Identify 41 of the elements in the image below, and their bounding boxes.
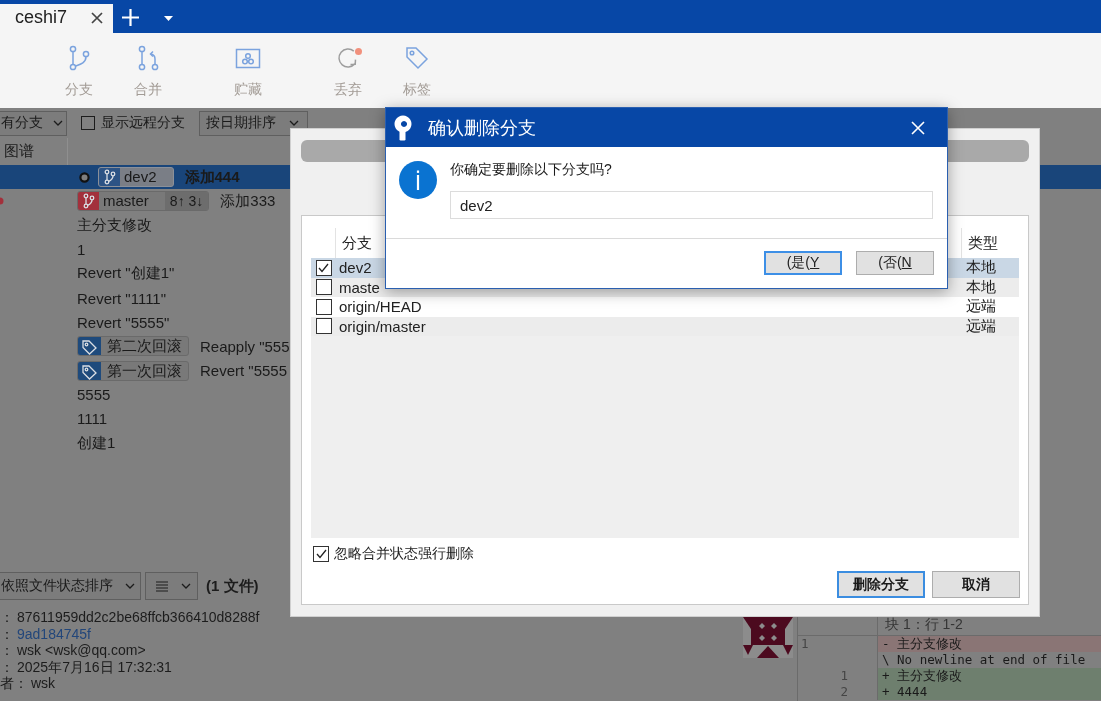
column-header: 分支: [342, 233, 372, 253]
dialog-message: 你确定要删除以下分支吗?: [450, 161, 612, 177]
detail-label: ：: [0, 658, 14, 675]
detail-label: ：: [0, 642, 14, 659]
tag-name: 第二次回滚: [106, 337, 183, 356]
commit-message: Reapply "555: [200, 337, 290, 355]
branch-type: 远端: [966, 316, 996, 334]
commit-message: 创建1: [77, 433, 116, 453]
branch-type: 本地: [966, 277, 996, 295]
line-number: 1: [801, 636, 809, 651]
branch-type: 本地: [966, 258, 996, 276]
dialog-title: 确认删除分支: [428, 116, 537, 140]
detail-label: ：: [0, 625, 14, 642]
hunk-header: 块 1：行 1-2: [885, 616, 963, 632]
commit-message: Revert "5555: [200, 362, 288, 380]
branch-name: maste: [339, 278, 380, 296]
ahead-behind-count: 8↑ 3↓: [164, 192, 209, 211]
detail-value: wsk <wsk@qq.com>: [17, 642, 146, 659]
file-count: (1 文件): [206, 576, 259, 596]
commit-message: 添加333: [220, 191, 276, 211]
detail-value: wsk: [31, 675, 56, 692]
branch-name: dev2: [339, 259, 372, 277]
commit-message: 5555: [77, 386, 111, 404]
detail-value: 87611959dd2c2be68ffcb366410d8288f: [17, 609, 260, 626]
commit-message: 主分支修改: [77, 215, 152, 235]
branch-name: origin/HEAD: [339, 298, 422, 316]
detail-value: 2025年7月16日 17:32:31: [17, 658, 172, 675]
detail-label: ：: [0, 609, 14, 626]
branch-type: 远端: [966, 297, 996, 315]
commit-message: 添加444: [184, 167, 240, 187]
tag-name: 第一次回滚: [106, 361, 183, 380]
branch-name: master: [102, 192, 150, 211]
commit-message: 1111: [77, 410, 108, 428]
diff-line: \ No newline at end of file: [881, 652, 1086, 668]
branch-name: dev2: [123, 168, 158, 187]
branch-name: origin/master: [339, 317, 426, 335]
column-header: 图谱: [4, 142, 34, 161]
column-header: 类型: [968, 233, 998, 253]
line-number: 1: [840, 668, 848, 683]
line-number: 2: [840, 684, 848, 699]
detail-label: 者：: [0, 675, 28, 692]
